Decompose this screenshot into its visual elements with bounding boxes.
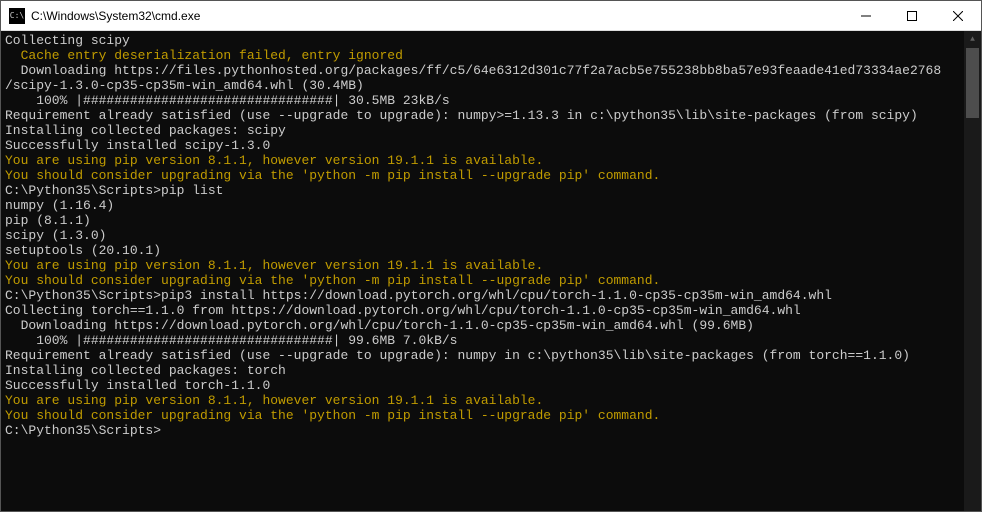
minimize-button[interactable] <box>843 1 889 30</box>
terminal-line: Requirement already satisfied (use --upg… <box>5 108 964 123</box>
scroll-up-arrow-icon[interactable]: ▲ <box>964 31 981 48</box>
close-button[interactable] <box>935 1 981 30</box>
window-title: C:\Windows\System32\cmd.exe <box>31 9 843 23</box>
terminal-line: Installing collected packages: torch <box>5 363 964 378</box>
terminal-output[interactable]: Collecting scipy Cache entry deserializa… <box>1 31 964 511</box>
terminal-line: C:\Python35\Scripts> <box>5 423 964 438</box>
terminal-line: numpy (1.16.4) <box>5 198 964 213</box>
terminal-area: Collecting scipy Cache entry deserializa… <box>1 31 981 511</box>
terminal-line: Successfully installed torch-1.1.0 <box>5 378 964 393</box>
terminal-line: C:\Python35\Scripts>pip3 install https:/… <box>5 288 964 303</box>
maximize-icon <box>907 11 917 21</box>
terminal-line: Requirement already satisfied (use --upg… <box>5 348 964 363</box>
terminal-line: Collecting scipy <box>5 33 964 48</box>
close-icon <box>953 11 963 21</box>
terminal-line: You should consider upgrading via the 'p… <box>5 273 964 288</box>
terminal-line: You are using pip version 8.1.1, however… <box>5 393 964 408</box>
app-window: C:\ C:\Windows\System32\cmd.exe Collecti… <box>0 0 982 512</box>
terminal-line: You are using pip version 8.1.1, however… <box>5 258 964 273</box>
scroll-thumb[interactable] <box>966 48 979 118</box>
app-icon: C:\ <box>9 8 25 24</box>
terminal-line: You are using pip version 8.1.1, however… <box>5 153 964 168</box>
terminal-line: Successfully installed scipy-1.3.0 <box>5 138 964 153</box>
titlebar[interactable]: C:\ C:\Windows\System32\cmd.exe <box>1 1 981 31</box>
terminal-line: Downloading https://files.pythonhosted.o… <box>5 63 964 78</box>
terminal-line: Installing collected packages: scipy <box>5 123 964 138</box>
terminal-line: scipy (1.3.0) <box>5 228 964 243</box>
maximize-button[interactable] <box>889 1 935 30</box>
terminal-line: You should consider upgrading via the 'p… <box>5 168 964 183</box>
window-controls <box>843 1 981 30</box>
terminal-line: /scipy-1.3.0-cp35-cp35m-win_amd64.whl (3… <box>5 78 964 93</box>
terminal-line: C:\Python35\Scripts>pip list <box>5 183 964 198</box>
terminal-line: pip (8.1.1) <box>5 213 964 228</box>
minimize-icon <box>861 11 871 21</box>
terminal-line: Cache entry deserialization failed, entr… <box>5 48 964 63</box>
terminal-line: setuptools (20.10.1) <box>5 243 964 258</box>
terminal-line: You should consider upgrading via the 'p… <box>5 408 964 423</box>
terminal-line: Collecting torch==1.1.0 from https://dow… <box>5 303 964 318</box>
terminal-line: Downloading https://download.pytorch.org… <box>5 318 964 333</box>
vertical-scrollbar[interactable]: ▲ <box>964 31 981 511</box>
terminal-line: 100% |################################| … <box>5 93 964 108</box>
terminal-line: 100% |################################| … <box>5 333 964 348</box>
